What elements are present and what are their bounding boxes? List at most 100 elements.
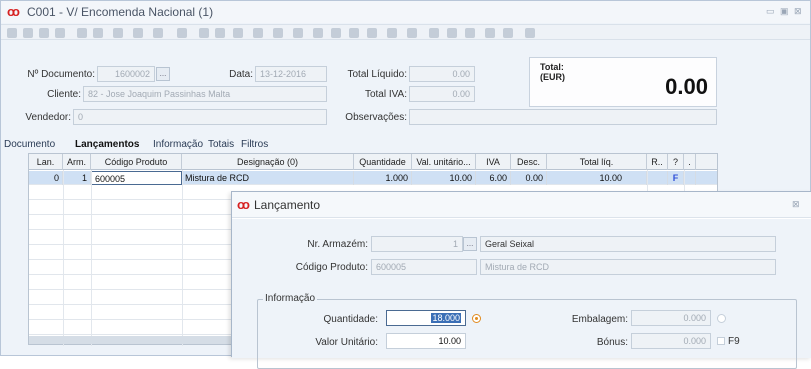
list-icon[interactable] xyxy=(313,28,323,38)
settings-icon[interactable] xyxy=(367,28,377,38)
bonus-field[interactable]: 0.000 xyxy=(631,333,711,349)
table-row[interactable]: 0 1 600005 Mistura de RCD 1.000 10.00 6.… xyxy=(29,171,717,185)
valor-unitario-label: Valor Unitário: xyxy=(315,337,378,348)
tab-totais[interactable]: Totais xyxy=(208,139,234,150)
maximize-icon[interactable]: ▣ xyxy=(780,6,789,17)
export-icon[interactable] xyxy=(215,28,225,38)
column-header-question[interactable]: ? xyxy=(668,154,684,170)
column-header-val-unitario[interactable]: Val. unitário... xyxy=(412,154,476,170)
bonus-label: Bónus: xyxy=(596,337,628,348)
total-liquido-label: Total Líquido: xyxy=(347,69,408,80)
cell-iva: 6.00 xyxy=(476,171,511,185)
column-header-arm[interactable]: Arm. xyxy=(63,154,91,170)
title-bar: oo C001 - V/ Encomenda Nacional (1) ▭ ▣ … xyxy=(1,1,810,23)
previous-record-icon[interactable] xyxy=(23,28,33,38)
dialog-close-icon[interactable]: ⊠ xyxy=(792,199,800,210)
text-icon[interactable] xyxy=(387,28,397,38)
table-icon[interactable] xyxy=(349,28,359,38)
armazem-name-field: Geral Seixal xyxy=(480,236,776,252)
grid-icon[interactable] xyxy=(293,28,303,38)
tab-lancamentos[interactable]: Lançamentos xyxy=(75,139,139,150)
f9-checkbox[interactable] xyxy=(717,337,725,345)
table-header: Lan. Arm. Código Produto Designação (0) … xyxy=(29,154,717,170)
delete-icon[interactable] xyxy=(93,28,103,38)
column-header-total[interactable]: Total líq. xyxy=(547,154,647,170)
column-header-lan[interactable]: Lan. xyxy=(29,154,63,170)
vendedor-field[interactable]: 0 xyxy=(73,109,327,125)
armazem-lookup-button[interactable]: ... xyxy=(463,237,477,251)
edit-icon[interactable] xyxy=(113,28,123,38)
preview-icon[interactable] xyxy=(253,28,263,38)
doc-number-field[interactable]: 1600002 xyxy=(97,66,155,82)
document-icon[interactable] xyxy=(273,28,283,38)
f9-label: F9 xyxy=(728,336,740,347)
date-label: Data: xyxy=(229,69,253,80)
column-header-r[interactable]: R.. xyxy=(647,154,668,170)
new-icon[interactable] xyxy=(77,28,87,38)
date-field[interactable]: 13-12-2016 xyxy=(255,66,327,82)
tab-informacao[interactable]: Informação xyxy=(153,139,203,150)
cliente-field[interactable]: 82 - Jose Joaquim Passinhas Malta xyxy=(83,86,327,102)
cell-total: 10.00 xyxy=(547,171,647,185)
column-header-dot[interactable]: . xyxy=(684,154,696,170)
toolbar xyxy=(1,24,810,40)
quantidade-input[interactable]: 18.000 xyxy=(386,310,466,326)
print-icon[interactable] xyxy=(233,28,243,38)
produto-field[interactable]: 600005 xyxy=(371,259,477,275)
total-label-line-2: (EUR) xyxy=(540,72,565,82)
import-icon[interactable] xyxy=(199,28,209,38)
cell-quantidade: 1.000 xyxy=(354,171,412,185)
search-icon[interactable] xyxy=(153,28,163,38)
app-logo-icon: oo xyxy=(7,4,20,19)
valor-unitario-input[interactable]: 10.00 xyxy=(386,333,466,349)
cell-r xyxy=(647,171,668,185)
quantidade-label: Quantidade: xyxy=(323,314,379,325)
armazem-field[interactable]: 1 xyxy=(371,236,463,252)
link-icon[interactable] xyxy=(465,28,475,38)
close-icon[interactable]: ⊠ xyxy=(794,6,802,17)
cell-dot xyxy=(684,171,696,185)
first-record-icon[interactable] xyxy=(7,28,17,38)
attachment-icon[interactable] xyxy=(447,28,457,38)
column-header-desc[interactable]: Desc. xyxy=(511,154,547,170)
column-header-codigo[interactable]: Código Produto xyxy=(91,154,182,170)
copy-icon[interactable] xyxy=(133,28,143,38)
help-icon[interactable] xyxy=(429,28,439,38)
total-iva-field: 0.00 xyxy=(409,86,475,102)
layout-icon[interactable] xyxy=(503,28,513,38)
window-icon[interactable] xyxy=(485,28,495,38)
text-size-icon[interactable] xyxy=(407,28,417,38)
minimize-icon[interactable]: ▭ xyxy=(766,6,775,17)
doc-number-lookup-button[interactable]: ... xyxy=(156,67,170,81)
observacoes-field[interactable] xyxy=(409,109,717,125)
quantidade-radio[interactable] xyxy=(472,314,481,323)
doc-number-label: Nº Documento: xyxy=(27,69,95,80)
embalagem-label: Embalagem: xyxy=(571,314,628,325)
cell-desc: 0.00 xyxy=(511,171,547,185)
refresh-icon[interactable] xyxy=(525,28,535,38)
cell-lan: 0 xyxy=(29,171,63,185)
informacao-group-title: Informação xyxy=(263,293,318,304)
tools-icon[interactable] xyxy=(177,28,187,38)
total-label-line-1: Total: xyxy=(540,62,564,72)
columns-icon[interactable] xyxy=(331,28,341,38)
window-title: C001 - V/ Encomenda Nacional (1) xyxy=(27,5,214,19)
embalagem-field[interactable]: 0.000 xyxy=(631,310,711,326)
quantidade-value: 18.000 xyxy=(431,313,461,323)
observacoes-label: Observações: xyxy=(345,112,407,123)
column-header-quantidade[interactable]: Quantidade xyxy=(354,154,412,170)
total-display: Total: (EUR) 0.00 xyxy=(529,57,717,107)
next-record-icon[interactable] xyxy=(39,28,49,38)
column-header-designacao[interactable]: Designação (0) xyxy=(182,154,354,170)
tab-documento[interactable]: Documento xyxy=(4,139,55,150)
cell-codigo-editor[interactable]: 600005 xyxy=(91,171,182,185)
dialog-logo-icon: oo xyxy=(237,197,250,212)
total-iva-label: Total IVA: xyxy=(364,89,407,100)
main-window: oo C001 - V/ Encomenda Nacional (1) ▭ ▣ … xyxy=(0,0,811,369)
column-header-iva[interactable]: IVA xyxy=(476,154,511,170)
vendedor-label: Vendedor: xyxy=(25,112,71,123)
cell-designacao: Mistura de RCD xyxy=(182,171,354,185)
tab-filtros[interactable]: Filtros xyxy=(241,139,268,150)
embalagem-radio[interactable] xyxy=(717,314,726,323)
last-record-icon[interactable] xyxy=(55,28,65,38)
